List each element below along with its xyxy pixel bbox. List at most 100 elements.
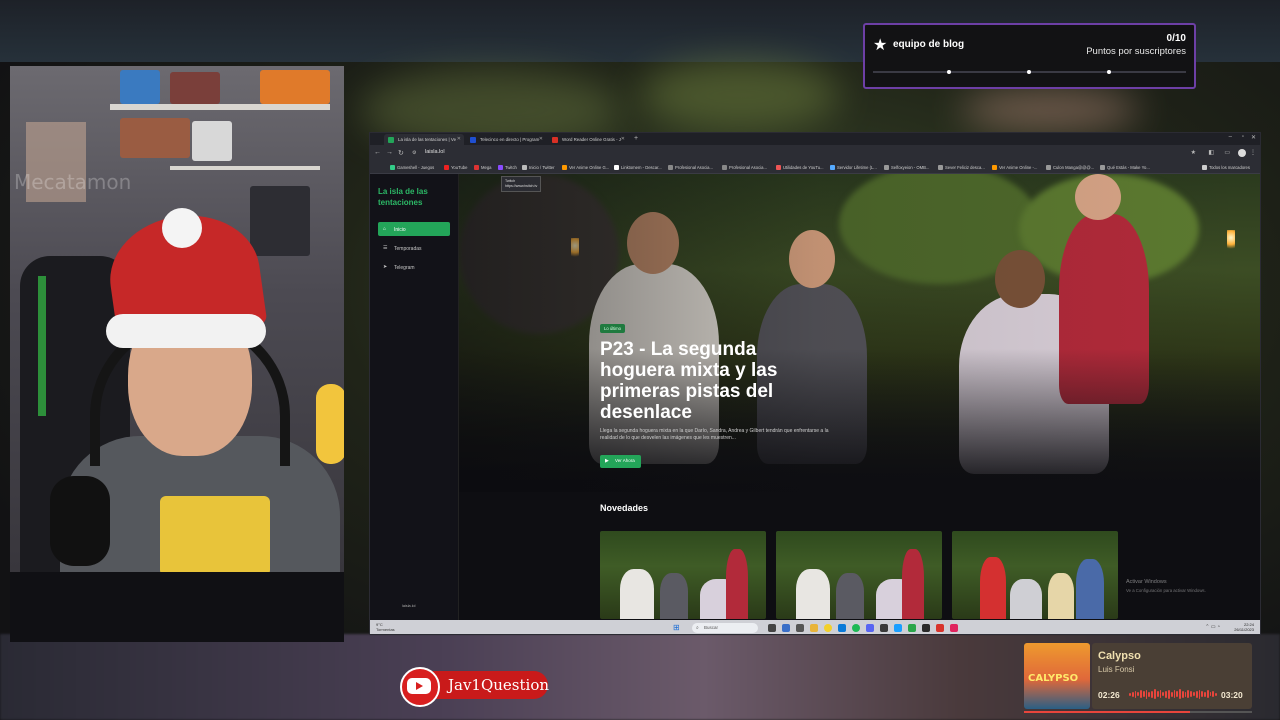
bookmark-item[interactable]: YouTube: [444, 165, 467, 170]
taskbar-app-icon[interactable]: [796, 624, 804, 632]
contestant: [660, 573, 688, 619]
waveform-bar: [1195, 690, 1198, 698]
audio-waveform: [1129, 689, 1217, 699]
system-tray-icons[interactable]: ⌃ ▭ ◔: [1205, 624, 1220, 630]
taskbar-app-icon[interactable]: [908, 624, 916, 632]
bookmark-star-icon[interactable]: ★: [1191, 149, 1196, 156]
weather-widget[interactable]: 9°C Tormentas: [376, 622, 395, 632]
now-playing-widget: CALYPSO Calypso Luis Fonsi 02:26 03:20: [1024, 643, 1252, 713]
song-artist: Luis Fonsi: [1098, 665, 1135, 674]
watch-now-button[interactable]: ▶ Ver Ahora: [600, 455, 641, 468]
close-icon[interactable]: ✕: [457, 136, 461, 142]
browser-tab[interactable]: Word Reader Online Gratis - J ✕: [548, 134, 628, 145]
browser-window: La isla de las tentaciones | Ve ✕ Teleci…: [369, 132, 1261, 635]
bookmark-item[interactable]: Linktomem - Descar...: [614, 165, 662, 170]
profile-avatar[interactable]: [1238, 149, 1246, 157]
sidebar-item-inicio[interactable]: ⌂ Inicio: [378, 222, 450, 236]
sidebar-item-telegram[interactable]: ➤ Telegram: [378, 260, 450, 274]
bookmark-item[interactable]: Mega: [474, 165, 491, 170]
list-icon: ☰: [383, 245, 388, 251]
menu-icon[interactable]: ⋮: [1250, 149, 1256, 156]
bookmark-item[interactable]: Profesional Asocia...: [668, 165, 713, 170]
chrome-icon[interactable]: [824, 624, 832, 632]
extensions-icon[interactable]: ◧: [1208, 149, 1214, 156]
bookmark-item[interactable]: Sever Feliciz desca...: [938, 165, 985, 170]
steam-icon[interactable]: [894, 624, 902, 632]
close-icon[interactable]: ✕: [621, 136, 625, 142]
contestant: [726, 549, 748, 619]
contestant: [620, 569, 654, 619]
bookmark-item[interactable]: Gameshell - Juegos: [390, 165, 434, 170]
taskbar-app-icon[interactable]: [950, 624, 958, 632]
reload-icon[interactable]: ↻: [398, 149, 404, 157]
url-input[interactable]: laisla.lol: [425, 149, 445, 155]
waveform-bar: [1212, 691, 1215, 697]
all-bookmarks-folder[interactable]: Todos los marcadores: [1202, 165, 1250, 170]
tab-label: Word Reader Online Gratis - J: [562, 137, 621, 142]
bookmark-tooltip: Twitch https://www.twitch.tv: [501, 176, 542, 192]
contestant: [1048, 573, 1074, 619]
close-icon[interactable]: ✕: [539, 136, 543, 142]
waveform-bar: [1148, 691, 1151, 697]
sidebar-item-temporadas[interactable]: ☰ Temporadas: [378, 241, 450, 255]
chair-stripe: [38, 276, 46, 416]
taskbar-clock[interactable]: 22:24 26/11/2023: [1234, 622, 1254, 632]
waveform-bar: [1198, 689, 1201, 699]
spotify-icon[interactable]: [852, 624, 860, 632]
folder-icon[interactable]: [810, 624, 818, 632]
waveform-bar: [1165, 690, 1167, 698]
sidebar-icon[interactable]: ▭: [1224, 149, 1230, 156]
activate-windows-title: Activar Windows: [1126, 579, 1167, 585]
waveform-bar: [1187, 690, 1190, 698]
bookmark-item[interactable]: Ver Anime Online -...: [992, 165, 1037, 170]
waveform-bar: [1129, 692, 1131, 696]
taskbar-app-icon[interactable]: [922, 624, 930, 632]
backdrop-blob: [960, 90, 1140, 130]
pikachu-plush: [316, 384, 344, 464]
maximize-icon[interactable]: ▫: [1242, 134, 1244, 140]
windows-start-icon[interactable]: ⊞: [673, 623, 680, 632]
minimize-icon[interactable]: –: [1229, 134, 1232, 140]
bookmark-item[interactable]: Twitch: [498, 165, 517, 170]
subscriber-goal-widget: ★ equipo de blog 0/10 Puntos por suscrip…: [863, 23, 1196, 89]
search-icon: ⌕: [696, 625, 699, 631]
taskbar-app-icon[interactable]: [838, 624, 846, 632]
collectible-figure: [120, 70, 160, 104]
task-view-icon[interactable]: [768, 624, 776, 632]
back-icon[interactable]: ←: [374, 149, 381, 156]
contestant: [980, 557, 1006, 619]
send-icon: ➤: [383, 264, 388, 270]
bookmark-item[interactable]: Utilidades de YouTu...: [776, 165, 824, 170]
bookmark-item[interactable]: Selfoxyeion - OMB...: [884, 165, 929, 170]
bookmark-item[interactable]: Qué Estás - Make Yo...: [1100, 165, 1150, 170]
play-icon: ▶: [605, 458, 609, 464]
bookmark-item[interactable]: Profesional Asocia...: [722, 165, 767, 170]
waveform-bar: [1134, 690, 1137, 698]
taskbar-app-icon[interactable]: [782, 624, 790, 632]
taskbar-app-icon[interactable]: [936, 624, 944, 632]
bookmark-item[interactable]: Ver Anime Online G...: [562, 165, 609, 170]
discord-icon[interactable]: [866, 624, 874, 632]
browser-tab[interactable]: Telecinco en directo | Program ✕: [466, 134, 546, 145]
waveform-bar: [1154, 689, 1156, 699]
taskbar-search[interactable]: ⌕ Buscar: [692, 623, 758, 633]
waveform-bar: [1162, 692, 1165, 696]
close-window-icon[interactable]: ✕: [1251, 134, 1256, 141]
bookmark-item[interactable]: Culon Manga@@@...: [1046, 165, 1094, 170]
episode-thumbnail[interactable]: [776, 531, 942, 619]
hero-badge: Lo último: [600, 324, 625, 333]
site-info-icon[interactable]: ⚙: [412, 150, 416, 156]
sidebar-item-label: Inicio: [394, 227, 406, 233]
episode-thumbnail[interactable]: [952, 531, 1118, 619]
bookmark-item[interactable]: Servidor Lifetime (L...: [830, 165, 877, 170]
browser-tab[interactable]: La isla de las tentaciones | Ve ✕: [384, 134, 464, 145]
hero-banner: Lo último P23 - La segunda hoguera mixta…: [459, 174, 1260, 492]
goal-count: 0/10: [1166, 33, 1186, 44]
forward-icon[interactable]: →: [386, 149, 393, 156]
new-tab-icon[interactable]: +: [634, 135, 638, 142]
episode-thumbnail[interactable]: [600, 531, 766, 619]
site-logo[interactable]: La isla de las tentaciones: [378, 186, 453, 208]
bookmark-item[interactable]: Inicio / Twitter: [522, 165, 555, 170]
goal-milestone-dot: [1107, 70, 1111, 74]
obs-icon[interactable]: [880, 624, 888, 632]
